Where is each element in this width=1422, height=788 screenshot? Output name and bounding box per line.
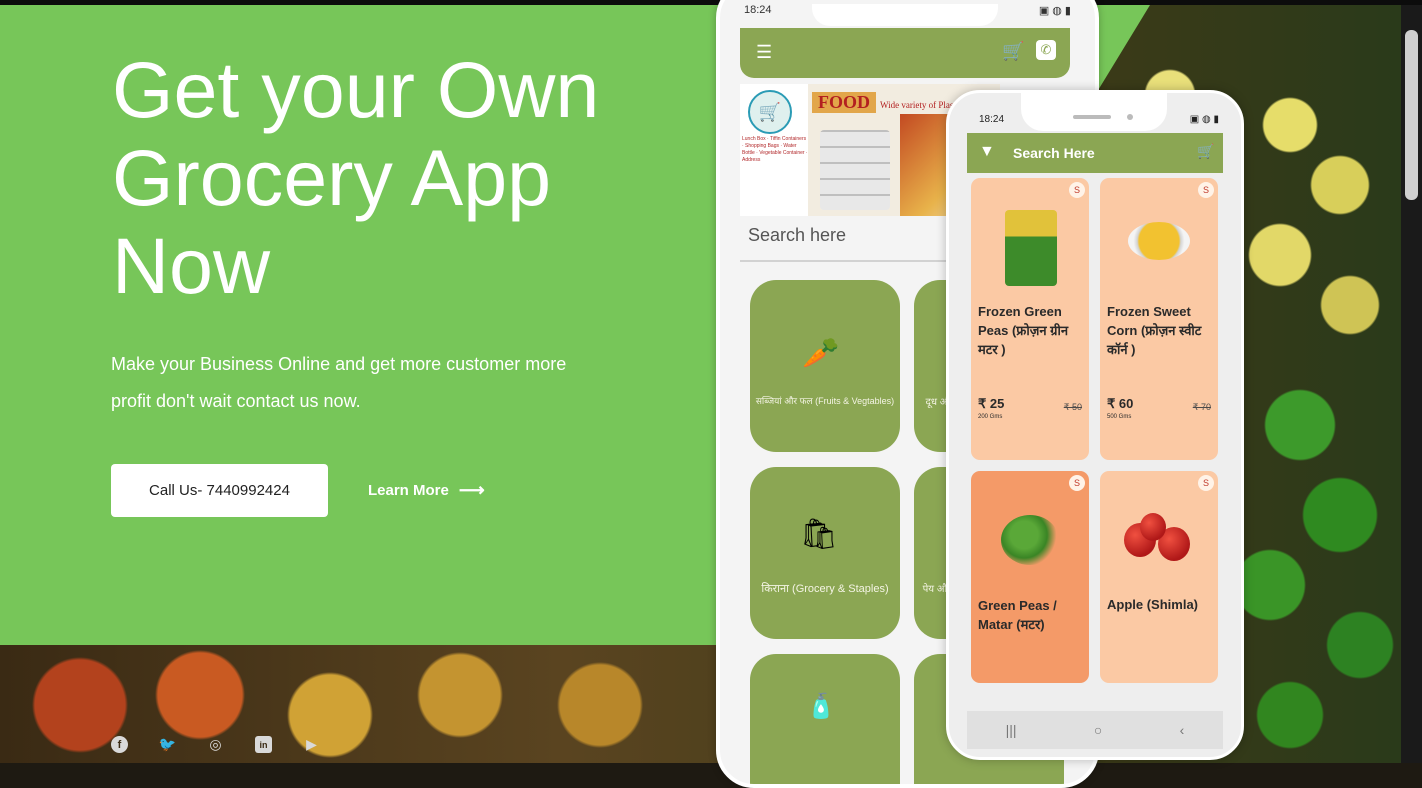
- app-bar: ▼ Search Here 🛒: [967, 133, 1223, 173]
- category-tile[interactable]: 🛍 किराना (Grocery & Staples): [750, 467, 900, 639]
- product-quantity: 200 Gms: [978, 414, 1003, 420]
- phone-notch: [812, 4, 998, 26]
- category-tile[interactable]: 🥕 सब्जियां और फल (Fruits & Vegtables): [750, 280, 900, 452]
- filter-icon[interactable]: ▼: [979, 143, 995, 161]
- badge-icon: S: [1069, 182, 1085, 198]
- phone-icon[interactable]: ✆: [1036, 40, 1056, 60]
- hero-headline: Get your Own Grocery App Now: [112, 45, 600, 310]
- phone-notch: [1021, 93, 1167, 131]
- banner-small-text: Lunch Box · Tiffin Containers · Shopping…: [742, 136, 808, 163]
- status-time: 18:24: [744, 4, 772, 16]
- peas-pack-image: [1005, 210, 1057, 286]
- product-name: Frozen Sweet Corn (फ्रोज़न स्वीट कॉर्न ): [1107, 304, 1202, 357]
- badge-icon: S: [1198, 475, 1214, 491]
- back-icon[interactable]: ‹: [1180, 722, 1185, 738]
- product-mrp: ₹ 70: [1192, 402, 1211, 412]
- banner-food-label: FOOD: [812, 92, 876, 113]
- green-peas-image: [1001, 515, 1059, 565]
- android-nav-bar: ||| ○ ‹: [967, 711, 1223, 749]
- menu-icon[interactable]: ☰: [756, 42, 772, 63]
- instagram-icon[interactable]: ◎: [207, 736, 224, 753]
- learn-more-label: Learn More: [368, 482, 449, 499]
- badge-icon: S: [1198, 182, 1214, 198]
- cart-icon[interactable]: 🛒: [1002, 41, 1024, 62]
- linkedin-icon[interactable]: in: [255, 736, 272, 753]
- phone-mockup-front: 18:24 ▣ ◍ ▮ ▼ Search Here 🛒 S Frozen Gre…: [946, 90, 1244, 760]
- hero-subtext: Make your Business Online and get more c…: [111, 354, 567, 411]
- category-label: सब्जियां और फल (Fruits & Vegtables): [755, 396, 895, 406]
- recent-apps-icon[interactable]: |||: [1006, 722, 1017, 738]
- twitter-icon[interactable]: 🐦: [159, 736, 176, 753]
- product-mrp: ₹ 50: [1063, 402, 1082, 412]
- learn-more-link[interactable]: Learn More ⟶: [368, 480, 485, 501]
- category-label: किराना (Grocery & Staples): [761, 583, 889, 595]
- product-name: Green Peas / Matar (मटर): [978, 598, 1057, 632]
- status-icons: ▣ ◍ ▮: [1038, 5, 1071, 17]
- vegetables-image: 🥕: [802, 337, 840, 370]
- phone-camera: [1127, 114, 1133, 120]
- apple-image: [1140, 513, 1166, 541]
- category-tile[interactable]: 🧴: [750, 654, 900, 784]
- youtube-icon[interactable]: ▶: [303, 736, 320, 753]
- product-price: ₹ 60: [1107, 396, 1134, 411]
- product-name: Apple (Shimla): [1107, 597, 1199, 612]
- arrow-right-icon: ⟶: [458, 480, 485, 500]
- product-card[interactable]: S Apple (Shimla): [1100, 471, 1218, 683]
- household-image: 🧴: [806, 693, 836, 720]
- banner-left-panel: 🛒 Lunch Box · Tiffin Containers · Shoppi…: [740, 84, 808, 216]
- badge-icon: S: [1069, 475, 1085, 491]
- product-card[interactable]: S Frozen Sweet Corn (फ्रोज़न स्वीट कॉर्न…: [1100, 178, 1218, 460]
- search-input[interactable]: Search here: [748, 225, 846, 246]
- corn-bowl-image: [1128, 222, 1190, 260]
- status-time: 18:24: [979, 114, 1005, 125]
- phone-speaker: [1073, 115, 1111, 119]
- call-us-button[interactable]: Call Us- 7440992424: [111, 464, 328, 517]
- product-card[interactable]: S Frozen Green Peas (फ्रोज़न ग्रीन मटर )…: [971, 178, 1089, 460]
- home-icon[interactable]: ○: [1094, 722, 1102, 738]
- app-bar: ☰ 🛒 ✆: [740, 28, 1070, 78]
- product-quantity: 500 Gms: [1107, 414, 1132, 420]
- containers-image: [820, 130, 890, 210]
- product-card[interactable]: S Green Peas / Matar (मटर): [971, 471, 1089, 683]
- grocery-image: 🛍: [800, 518, 839, 551]
- social-links: f 🐦 ◎ in ▶: [111, 736, 320, 753]
- cart-logo-icon: 🛒: [748, 90, 792, 134]
- scrollbar-thumb[interactable]: [1405, 30, 1418, 200]
- status-icons: ▣ ◍ ▮: [1189, 114, 1219, 125]
- search-here-title[interactable]: Search Here: [1013, 145, 1095, 161]
- product-price: ₹ 25: [978, 396, 1005, 411]
- facebook-icon[interactable]: f: [111, 736, 128, 753]
- product-name: Frozen Green Peas (फ्रोज़न ग्रीन मटर ): [978, 304, 1069, 357]
- cart-icon[interactable]: 🛒: [1197, 143, 1214, 160]
